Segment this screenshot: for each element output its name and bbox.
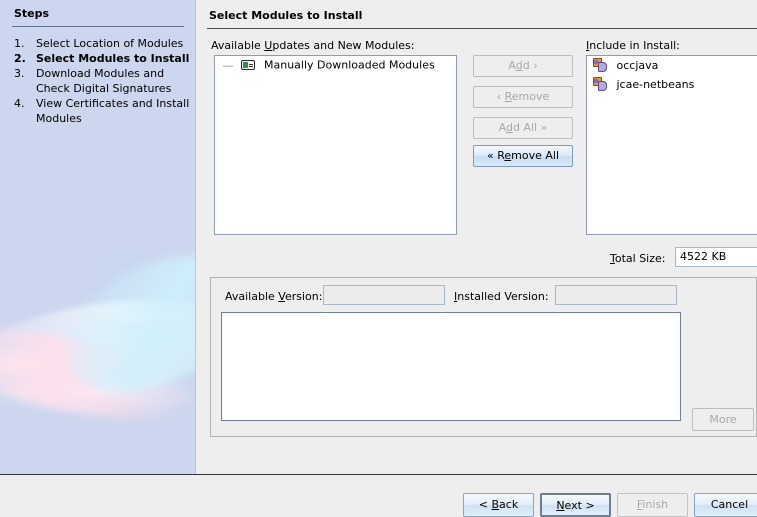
add-all-button-label: Add All » — [498, 121, 548, 134]
next-button[interactable]: Next > — [540, 493, 611, 517]
remove-button-label: ‹ Remove — [496, 90, 550, 103]
step-number: 4. — [14, 97, 25, 110]
list-item-label: occjava — [616, 59, 659, 72]
available-version-field[interactable] — [323, 285, 445, 305]
title-divider — [207, 28, 757, 29]
step-number: 1. — [14, 37, 25, 50]
step-number: 3. — [14, 67, 25, 80]
list-item[interactable]: jcae-netbeans — [587, 75, 757, 94]
step-label: Select Location of Modules — [36, 37, 184, 50]
step-number: 2. — [14, 52, 26, 65]
add-all-button[interactable]: Add All » — [473, 117, 573, 139]
step-item-4: 4. View Certificates and Install Modules — [0, 96, 195, 126]
tree-row[interactable]: — Manually Downloaded Modules — [215, 56, 456, 73]
footer-bar: < Back Next > Finish Cancel — [0, 475, 757, 517]
decorative-artwork — [0, 228, 195, 474]
tree-item-label: Manually Downloaded Modules — [264, 58, 435, 72]
steps-list: 1. Select Location of Modules 2. Select … — [0, 36, 195, 126]
include-in-install-list[interactable]: occjava jcae-netbeans — [586, 55, 757, 235]
available-version-label: Available Version: — [225, 290, 323, 303]
remove-all-button[interactable]: « Remove All — [473, 145, 573, 167]
installed-version-label: Installed Version: — [454, 290, 549, 303]
main-panel: Select Modules to Install Available Upda… — [197, 0, 757, 474]
wizard-window: Steps 1. Select Location of Modules 2. S… — [0, 0, 757, 517]
list-item[interactable]: occjava — [587, 56, 757, 75]
expand-handle-icon[interactable]: — — [221, 57, 235, 74]
step-label: View Certificates and Install Modules — [36, 97, 190, 125]
available-modules-tree[interactable]: — Manually Downloaded Modules — [214, 55, 457, 235]
back-button[interactable]: < Back — [463, 493, 534, 517]
module-icon — [593, 58, 607, 72]
available-modules-label: Available Updates and New Modules: — [211, 39, 415, 52]
module-description-box[interactable] — [221, 312, 681, 421]
remove-button[interactable]: ‹ Remove — [473, 86, 573, 108]
module-icon — [593, 77, 607, 91]
steps-heading: Steps — [14, 7, 50, 20]
remove-all-button-label: « Remove All — [486, 149, 560, 162]
add-button-label: Add › — [508, 59, 538, 72]
list-item-label: jcae-netbeans — [616, 78, 695, 91]
step-label: Download Modules and Check Digital Signa… — [36, 67, 172, 95]
step-item-3: 3. Download Modules and Check Digital Si… — [0, 66, 195, 96]
step-item-1: 1. Select Location of Modules — [0, 36, 195, 51]
step-label: Select Modules to Install — [36, 52, 190, 65]
total-size-label: Total Size: — [610, 252, 666, 265]
step-item-2: 2. Select Modules to Install — [0, 51, 195, 66]
installed-version-field[interactable] — [555, 285, 677, 305]
cancel-button[interactable]: Cancel — [694, 493, 757, 517]
category-icon — [240, 59, 255, 70]
steps-sidebar: Steps 1. Select Location of Modules 2. S… — [0, 0, 196, 474]
page-title: Select Modules to Install — [209, 9, 363, 22]
total-size-value: 4522 KB — [675, 247, 757, 267]
more-button[interactable]: More — [692, 408, 754, 431]
finish-button[interactable]: Finish — [617, 493, 688, 517]
include-in-install-label: Include in Install: — [586, 39, 680, 52]
steps-divider — [12, 26, 184, 27]
add-button[interactable]: Add › — [473, 55, 573, 77]
